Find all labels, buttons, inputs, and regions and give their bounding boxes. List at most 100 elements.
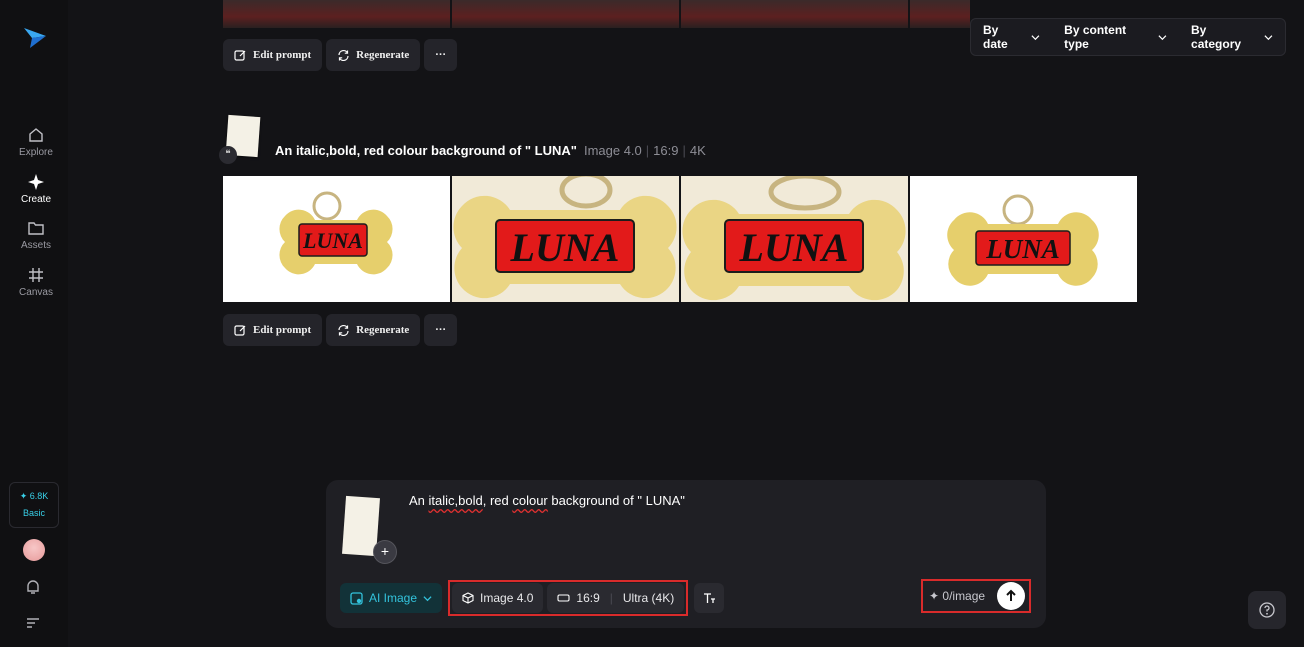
filter-bar: By date By content type By category: [970, 18, 1286, 56]
bell-icon[interactable]: [24, 578, 42, 596]
help-button[interactable]: [1248, 591, 1286, 629]
generated-image[interactable]: [681, 0, 908, 28]
edit-prompt-label: Edit prompt: [253, 49, 312, 61]
arrow-up-icon: [1006, 589, 1016, 601]
plan-label: Basic: [22, 508, 45, 518]
regenerate-label: Regenerate: [356, 49, 410, 61]
prompt-text-part: italic,bold: [428, 493, 483, 508]
prompt-text-part: colour: [512, 493, 548, 508]
avatar[interactable]: [23, 539, 45, 561]
chevron-down-icon: [1031, 34, 1040, 40]
nav-canvas[interactable]: Canvas: [0, 266, 72, 298]
regenerate-label: Regenerate: [356, 324, 410, 336]
generated-image[interactable]: LUNA: [681, 176, 908, 302]
model-label: Image 4.0: [480, 591, 534, 605]
generated-image[interactable]: LUNA: [910, 176, 1137, 302]
help-icon: [1259, 602, 1275, 618]
edit-icon: [234, 49, 246, 61]
generated-image-strip: LUNA LUNA LUNA LUNA: [223, 176, 1137, 302]
previous-image-strip: [223, 0, 970, 28]
add-reference-button[interactable]: +: [373, 540, 397, 564]
menu-icon[interactable]: [24, 614, 42, 632]
quote-icon: ❝: [219, 146, 237, 164]
more-label: ···: [435, 49, 447, 61]
previous-actions: Edit prompt Regenerate ···: [223, 39, 458, 71]
bone-tag-image: LUNA: [453, 176, 677, 299]
generation-actions: Edit prompt Regenerate ···: [223, 314, 458, 346]
text-format-icon: [704, 593, 716, 603]
tag-text: LUNA: [302, 228, 363, 253]
more-label: ···: [435, 324, 447, 336]
filter-by-category[interactable]: By category: [1179, 23, 1285, 51]
generation-prompt: An italic,bold, red colour background of…: [275, 143, 577, 158]
home-icon: [29, 128, 43, 142]
generation-meta: Image 4.0 | 16:9 | 4K: [584, 143, 706, 162]
bone-tag-image: LUNA: [947, 194, 1099, 286]
send-highlight: ✦ 0/image: [921, 579, 1031, 613]
resolution-tag: 4K: [689, 143, 706, 158]
sidebar: Explore Create Assets Canvas ✦ 6.8K Basi…: [0, 0, 68, 647]
refresh-icon: [338, 324, 349, 336]
nav-explore-label: Explore: [19, 147, 53, 158]
cost-indicator: ✦ 0/image: [929, 589, 986, 603]
edit-prompt-button[interactable]: Edit prompt: [223, 39, 323, 71]
aspect-ratio-icon: [557, 594, 570, 602]
generate-button[interactable]: [997, 582, 1025, 610]
hash-grid-icon: [29, 268, 43, 282]
ratio-tag: 16:9: [653, 143, 679, 158]
model-select[interactable]: Image 4.0: [452, 583, 544, 613]
refresh-icon: [338, 49, 349, 61]
filter-by-content-type[interactable]: By content type: [1052, 23, 1179, 51]
generated-image[interactable]: [910, 0, 970, 28]
prompt-text-part: background of " LUNA": [547, 493, 685, 508]
generated-image[interactable]: [223, 0, 450, 28]
nav-assets-label: Assets: [20, 240, 51, 251]
cost-label: 0/image: [942, 589, 986, 603]
edit-icon: [234, 324, 246, 336]
regenerate-button[interactable]: Regenerate: [326, 39, 421, 71]
nav-create[interactable]: Create: [0, 173, 72, 205]
reference-thumbnail[interactable]: ❝: [219, 114, 263, 164]
tag-text: LUNA: [510, 225, 620, 270]
chevron-down-icon: [423, 595, 432, 601]
filter-by-category-label: By category: [1191, 23, 1242, 51]
divider: |: [682, 143, 686, 158]
sparkle-icon: [28, 174, 44, 190]
mode-label: AI Image: [369, 591, 418, 605]
filter-by-date[interactable]: By date: [971, 23, 1052, 51]
chevron-down-icon: [1264, 34, 1273, 40]
regenerate-button[interactable]: Regenerate: [326, 314, 421, 346]
divider: |: [609, 591, 613, 605]
generation-header: ❝ An italic,bold, red colour background …: [219, 114, 706, 164]
filter-by-date-label: By date: [983, 23, 1008, 51]
more-options-button[interactable]: ···: [424, 314, 458, 346]
reference-upload[interactable]: +: [342, 495, 397, 564]
bone-tag-image: LUNA: [682, 176, 906, 301]
tag-text: LUNA: [985, 234, 1060, 264]
edit-prompt-button[interactable]: Edit prompt: [223, 314, 323, 346]
generated-image[interactable]: LUNA: [223, 176, 450, 302]
text-style-button[interactable]: [694, 583, 725, 613]
prompt-text-part: , red: [482, 493, 513, 508]
generated-image[interactable]: LUNA: [452, 176, 679, 302]
nav-assets[interactable]: Assets: [0, 219, 72, 251]
quality-label: Ultra (4K): [622, 591, 675, 605]
generated-image[interactable]: [452, 0, 679, 28]
bone-tag-image: LUNA: [279, 191, 393, 275]
settings-highlight: Image 4.0 16:9 | Ultra (4K): [448, 580, 689, 616]
mode-select[interactable]: AI Image: [340, 583, 443, 613]
app-logo-icon[interactable]: [22, 24, 48, 50]
nav-explore[interactable]: Explore: [0, 126, 72, 158]
prompt-text-part: An: [409, 493, 429, 508]
cube-icon: [462, 592, 474, 604]
divider: |: [645, 143, 650, 158]
nav-create-label: Create: [20, 194, 51, 205]
ratio-label: 16:9: [576, 591, 600, 605]
ratio-quality-select[interactable]: 16:9 | Ultra (4K): [547, 583, 685, 613]
more-options-button[interactable]: ···: [424, 39, 458, 71]
ai-image-icon: [350, 591, 363, 605]
prompt-input[interactable]: An italic,bold, red colour background of…: [409, 493, 685, 508]
tag-text: LUNA: [739, 225, 849, 270]
credits-badge[interactable]: ✦ 6.8K Basic: [9, 482, 59, 528]
prompt-composer: + An italic,bold, red colour background …: [326, 480, 1046, 628]
